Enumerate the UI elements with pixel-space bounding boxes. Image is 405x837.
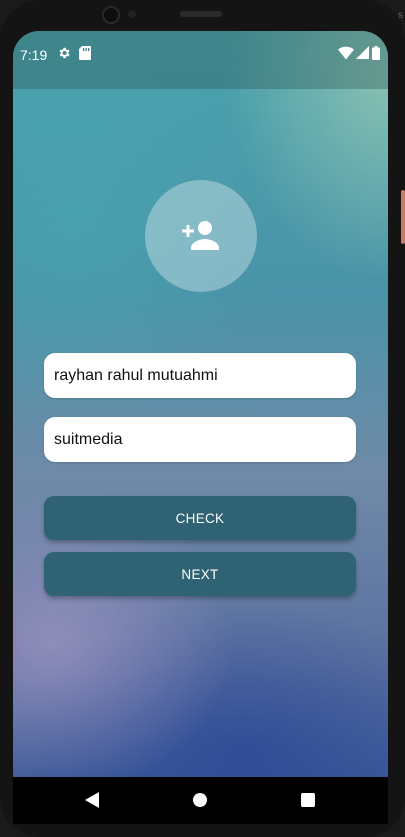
earpiece-speaker bbox=[180, 11, 222, 17]
front-camera bbox=[102, 6, 120, 24]
check-button[interactable]: CHECK bbox=[44, 496, 356, 540]
phone-frame: s 7:19 rayhan rahul mutuahmi suitmedia C… bbox=[0, 0, 405, 837]
status-time: 7:19 bbox=[20, 47, 48, 63]
navigation-bar bbox=[13, 777, 388, 824]
device-edge-text: s bbox=[398, 10, 403, 21]
battery-icon bbox=[372, 46, 380, 60]
wifi-icon bbox=[338, 46, 354, 60]
status-bar: 7:19 bbox=[13, 31, 388, 89]
top-bezel: s bbox=[0, 0, 405, 32]
back-icon[interactable] bbox=[85, 792, 99, 808]
recents-icon[interactable] bbox=[301, 793, 315, 807]
palindrome-input[interactable] bbox=[44, 417, 356, 462]
name-input[interactable] bbox=[44, 353, 356, 398]
next-button[interactable]: NEXT bbox=[44, 552, 356, 596]
add-person-icon bbox=[182, 221, 219, 250]
home-icon[interactable] bbox=[193, 793, 207, 807]
sd-card-icon bbox=[79, 46, 91, 60]
signal-icon bbox=[356, 46, 369, 59]
proximity-sensor bbox=[128, 10, 136, 18]
side-power-button[interactable] bbox=[401, 190, 405, 244]
app-screen: 7:19 rayhan rahul mutuahmi suitmedia CHE… bbox=[13, 31, 388, 777]
gear-icon bbox=[59, 47, 70, 59]
profile-avatar[interactable] bbox=[145, 180, 257, 292]
